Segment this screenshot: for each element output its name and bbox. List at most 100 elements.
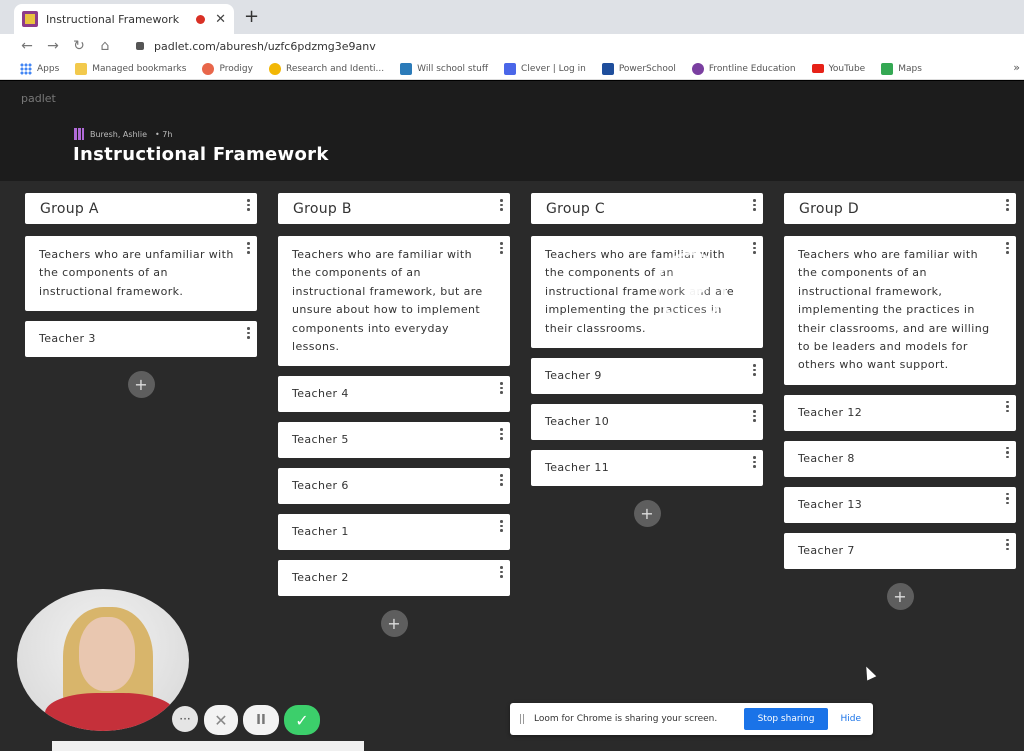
maps-icon	[881, 62, 894, 75]
more-options-icon[interactable]	[1006, 538, 1010, 551]
teacher-card[interactable]: Teacher 8	[784, 440, 1016, 477]
apps-grid-icon	[20, 62, 32, 75]
address-bar[interactable]: padlet.com/aburesh/uzfc6pdzmg3e9anv	[154, 40, 376, 53]
bookmark-research[interactable]: Research and Identi...	[268, 62, 384, 75]
description-card[interactable]: Teachers who are familiar with the compo…	[531, 236, 763, 349]
column-title: Group C	[546, 200, 605, 217]
presenter-face	[79, 617, 135, 691]
bookmark-frontline[interactable]: Frontline Education	[691, 62, 796, 75]
card-text: Teacher 3	[39, 332, 96, 346]
more-options-icon[interactable]	[753, 242, 757, 254]
bookmark-powerschool[interactable]: PowerSchool	[601, 62, 676, 75]
author-avatar-icon	[74, 128, 84, 140]
more-options-icon[interactable]	[500, 428, 504, 440]
column-header: Group A	[25, 193, 257, 224]
close-tab-icon[interactable]: ✕	[215, 12, 226, 27]
column-header: Group C	[531, 193, 763, 224]
drag-handle-icon[interactable]	[520, 714, 524, 724]
forward-icon[interactable]: →	[40, 38, 66, 54]
board-title: Instructional Framework	[73, 144, 329, 165]
column-title: Group A	[40, 200, 99, 217]
hide-button[interactable]: Hide	[840, 714, 861, 724]
more-options-icon[interactable]	[753, 410, 757, 422]
card-text: Teachers who are unfamiliar with the com…	[39, 248, 234, 298]
teacher-card[interactable]: Teacher 10	[531, 404, 763, 441]
padlet-logo[interactable]: padlet	[21, 92, 56, 105]
more-options-icon[interactable]	[1006, 400, 1010, 413]
bookmark-label: Clever | Log in	[521, 63, 586, 74]
more-options-icon[interactable]	[500, 382, 504, 394]
youtube-icon	[811, 64, 824, 73]
browser-tab-bar: Instructional Framework ✕ +	[0, 0, 1024, 34]
bookmark-label: Will school stuff	[417, 63, 489, 74]
share-status-text: Loom for Chrome is sharing your screen.	[534, 714, 718, 724]
bookmark-maps[interactable]: Maps	[881, 62, 922, 75]
bookmarks-overflow-icon[interactable]: »	[1013, 61, 1020, 74]
more-options-icon[interactable]	[753, 364, 757, 376]
add-post-button[interactable]: +	[380, 610, 408, 638]
more-controls-button[interactable]: ···	[172, 706, 198, 732]
description-card[interactable]: Teachers who are familiar with the compo…	[278, 236, 510, 367]
teacher-card[interactable]: Teacher 7	[784, 532, 1016, 569]
more-options-icon[interactable]	[500, 566, 504, 578]
teacher-card[interactable]: Teacher 6	[278, 468, 510, 505]
card-text: Teacher 4	[292, 387, 349, 401]
board-header: padlet Buresh, Ashlie • 7h Instructional…	[0, 81, 1024, 181]
teacher-card[interactable]: Teacher 9	[531, 358, 763, 395]
stop-sharing-button[interactable]: Stop sharing	[743, 708, 829, 730]
more-options-icon[interactable]	[1006, 492, 1010, 505]
card-text: Teacher 7	[798, 543, 855, 557]
add-post-button[interactable]: +	[886, 582, 914, 610]
bookmark-prodigy[interactable]: Prodigy	[202, 62, 253, 75]
more-options-icon[interactable]	[247, 199, 251, 211]
teacher-card[interactable]: Teacher 11	[531, 450, 763, 487]
padlet-favicon-icon	[22, 11, 38, 27]
teacher-card[interactable]: Teacher 13	[784, 486, 1016, 523]
bookmark-managed[interactable]: Managed bookmarks	[75, 62, 186, 75]
bookmark-clever[interactable]: Clever | Log in	[504, 62, 586, 75]
more-options-icon[interactable]	[1006, 446, 1010, 459]
bookmark-label: Maps	[898, 63, 922, 74]
bookmark-youtube[interactable]: YouTube	[811, 63, 866, 74]
research-icon	[268, 62, 281, 75]
teacher-card[interactable]: Teacher 1	[278, 514, 510, 551]
card-text: Teacher 1	[292, 525, 349, 539]
home-icon[interactable]: ⌂	[92, 38, 118, 54]
bookmark-apps[interactable]: Apps	[20, 62, 59, 75]
teacher-card[interactable]: Teacher 12	[784, 394, 1016, 431]
finish-recording-button[interactable]: ✓	[284, 705, 320, 735]
pause-recording-button[interactable]: II	[243, 705, 279, 735]
add-post-button[interactable]: +	[633, 500, 661, 528]
cancel-recording-button[interactable]: ✕	[204, 705, 238, 735]
more-options-icon[interactable]	[500, 199, 504, 211]
more-options-icon[interactable]	[1006, 242, 1010, 254]
description-card[interactable]: Teachers who are familiar with the compo…	[784, 236, 1016, 385]
description-card[interactable]: Teachers who are unfamiliar with the com…	[25, 236, 257, 312]
more-options-icon[interactable]	[247, 327, 251, 339]
card-text: Teacher 9	[545, 368, 602, 382]
more-options-icon[interactable]	[500, 242, 504, 254]
bookmark-label: YouTube	[828, 63, 866, 74]
more-options-icon[interactable]	[1006, 199, 1010, 211]
more-options-icon[interactable]	[500, 474, 504, 486]
more-options-icon[interactable]	[753, 199, 757, 211]
more-options-icon[interactable]	[247, 242, 251, 254]
lock-icon	[136, 42, 144, 50]
teacher-card[interactable]: Teacher 4	[278, 376, 510, 413]
card-text: Teachers who are familiar with the compo…	[798, 248, 990, 372]
teacher-card[interactable]: Teacher 5	[278, 422, 510, 459]
more-options-icon[interactable]	[753, 456, 757, 468]
webcam-bubble[interactable]	[17, 589, 189, 731]
more-options-icon[interactable]	[500, 520, 504, 532]
column-group-b: Group B Teachers who are familiar with t…	[278, 193, 510, 638]
reload-icon[interactable]: ↻	[66, 38, 92, 54]
teacher-card[interactable]: Teacher 2	[278, 560, 510, 597]
browser-tab[interactable]: Instructional Framework ✕	[14, 4, 234, 34]
taskbar-search-box[interactable]	[52, 741, 364, 751]
bookmark-will-school[interactable]: Will school stuff	[400, 62, 489, 75]
add-post-button[interactable]: +	[127, 371, 155, 399]
new-tab-button[interactable]: +	[244, 6, 259, 27]
play-icon[interactable]	[656, 252, 726, 322]
teacher-card[interactable]: Teacher 3	[25, 321, 257, 358]
back-icon[interactable]: ←	[14, 38, 40, 54]
